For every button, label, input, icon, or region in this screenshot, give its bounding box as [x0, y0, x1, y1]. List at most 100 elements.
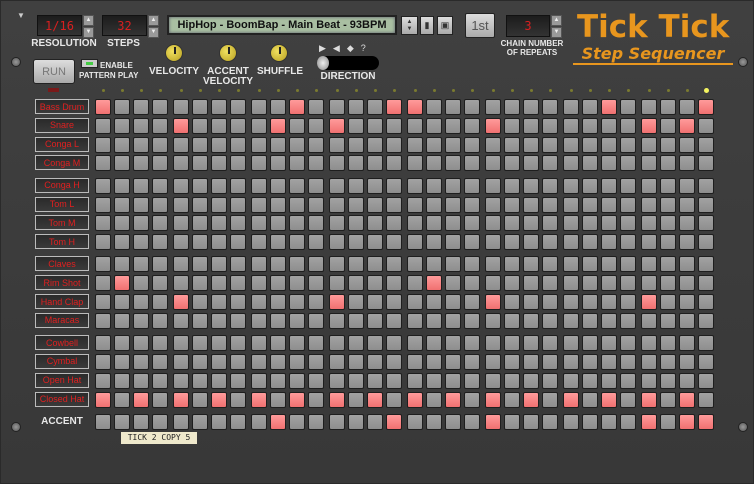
accent-step-button[interactable]	[407, 413, 423, 430]
step-button[interactable]	[445, 136, 461, 153]
step-button[interactable]	[133, 196, 149, 213]
step-button[interactable]	[445, 372, 461, 389]
step-button[interactable]	[133, 99, 149, 115]
step-button[interactable]	[641, 294, 657, 310]
instrument-label[interactable]: Cowbell	[35, 335, 89, 351]
step-button[interactable]	[308, 275, 324, 292]
step-button[interactable]	[620, 155, 636, 172]
step-button[interactable]	[660, 391, 676, 408]
instrument-label[interactable]: Tom M	[35, 215, 89, 231]
step-button[interactable]	[251, 294, 267, 310]
step-button[interactable]	[270, 117, 286, 134]
step-button[interactable]	[230, 155, 246, 172]
step-button[interactable]	[329, 177, 345, 194]
step-button[interactable]	[504, 196, 520, 213]
step-button[interactable]	[601, 177, 617, 194]
step-button[interactable]	[308, 234, 324, 251]
up-arrow-icon[interactable]: ▲	[407, 19, 413, 26]
step-button[interactable]	[464, 275, 480, 292]
step-button[interactable]	[426, 136, 442, 153]
step-button[interactable]	[289, 275, 305, 292]
step-button[interactable]	[563, 353, 579, 370]
step-button[interactable]	[542, 294, 558, 310]
step-button[interactable]	[95, 196, 111, 213]
instrument-label[interactable]: Conga H	[35, 177, 89, 193]
step-button[interactable]	[679, 177, 695, 194]
step-button[interactable]	[386, 256, 402, 273]
accent-step-button[interactable]	[660, 413, 676, 430]
down-arrow-icon[interactable]: ▼	[551, 27, 562, 38]
step-button[interactable]	[407, 372, 423, 389]
step-button[interactable]	[620, 391, 636, 408]
step-button[interactable]	[698, 391, 714, 408]
step-button[interactable]	[173, 353, 189, 370]
step-button[interactable]	[679, 391, 695, 408]
step-button[interactable]	[211, 99, 227, 115]
step-button[interactable]	[230, 372, 246, 389]
step-button[interactable]	[485, 353, 501, 370]
step-button[interactable]	[192, 99, 208, 115]
step-button[interactable]	[485, 215, 501, 232]
step-button[interactable]	[348, 275, 364, 292]
step-button[interactable]	[582, 372, 598, 389]
step-button[interactable]	[192, 312, 208, 329]
step-button[interactable]	[270, 99, 286, 115]
step-button[interactable]	[230, 215, 246, 232]
step-button[interactable]	[152, 99, 168, 115]
step-button[interactable]	[641, 372, 657, 389]
instrument-label[interactable]: Maracas	[35, 312, 89, 328]
step-button[interactable]	[542, 312, 558, 329]
accent-step-button[interactable]	[114, 413, 130, 430]
step-button[interactable]	[426, 335, 442, 352]
step-button[interactable]	[308, 155, 324, 172]
step-button[interactable]	[270, 155, 286, 172]
step-button[interactable]	[445, 312, 461, 329]
step-button[interactable]	[407, 215, 423, 232]
step-button[interactable]	[329, 234, 345, 251]
step-button[interactable]	[348, 391, 364, 408]
step-button[interactable]	[660, 335, 676, 352]
instrument-label[interactable]: Hand Clap	[35, 294, 89, 309]
step-button[interactable]	[386, 234, 402, 251]
instrument-label[interactable]: Bass Drum	[35, 99, 89, 114]
step-button[interactable]	[348, 117, 364, 134]
accent-step-button[interactable]	[211, 413, 227, 430]
step-button[interactable]	[426, 196, 442, 213]
step-button[interactable]	[133, 353, 149, 370]
step-button[interactable]	[95, 155, 111, 172]
step-button[interactable]	[464, 391, 480, 408]
step-button[interactable]	[620, 177, 636, 194]
step-button[interactable]	[601, 275, 617, 292]
step-button[interactable]	[192, 353, 208, 370]
accent-step-button[interactable]	[348, 413, 364, 430]
accent-step-button[interactable]	[230, 413, 246, 430]
step-button[interactable]	[192, 196, 208, 213]
step-button[interactable]	[251, 353, 267, 370]
step-button[interactable]	[698, 215, 714, 232]
step-button[interactable]	[679, 275, 695, 292]
step-button[interactable]	[601, 372, 617, 389]
step-button[interactable]	[485, 294, 501, 310]
step-button[interactable]	[211, 117, 227, 134]
step-button[interactable]	[620, 136, 636, 153]
step-button[interactable]	[698, 335, 714, 352]
step-button[interactable]	[445, 177, 461, 194]
step-button[interactable]	[504, 353, 520, 370]
step-button[interactable]	[426, 155, 442, 172]
step-button[interactable]	[114, 136, 130, 153]
down-arrow-icon[interactable]: ▼	[83, 27, 94, 38]
accent-step-button[interactable]	[152, 413, 168, 430]
step-button[interactable]	[679, 234, 695, 251]
step-button[interactable]	[679, 312, 695, 329]
step-button[interactable]	[251, 335, 267, 352]
step-button[interactable]	[407, 234, 423, 251]
step-button[interactable]	[152, 275, 168, 292]
step-button[interactable]	[251, 196, 267, 213]
step-button[interactable]	[329, 335, 345, 352]
step-button[interactable]	[133, 136, 149, 153]
step-button[interactable]	[289, 372, 305, 389]
step-button[interactable]	[660, 155, 676, 172]
step-button[interactable]	[386, 155, 402, 172]
step-button[interactable]	[289, 136, 305, 153]
step-button[interactable]	[407, 177, 423, 194]
